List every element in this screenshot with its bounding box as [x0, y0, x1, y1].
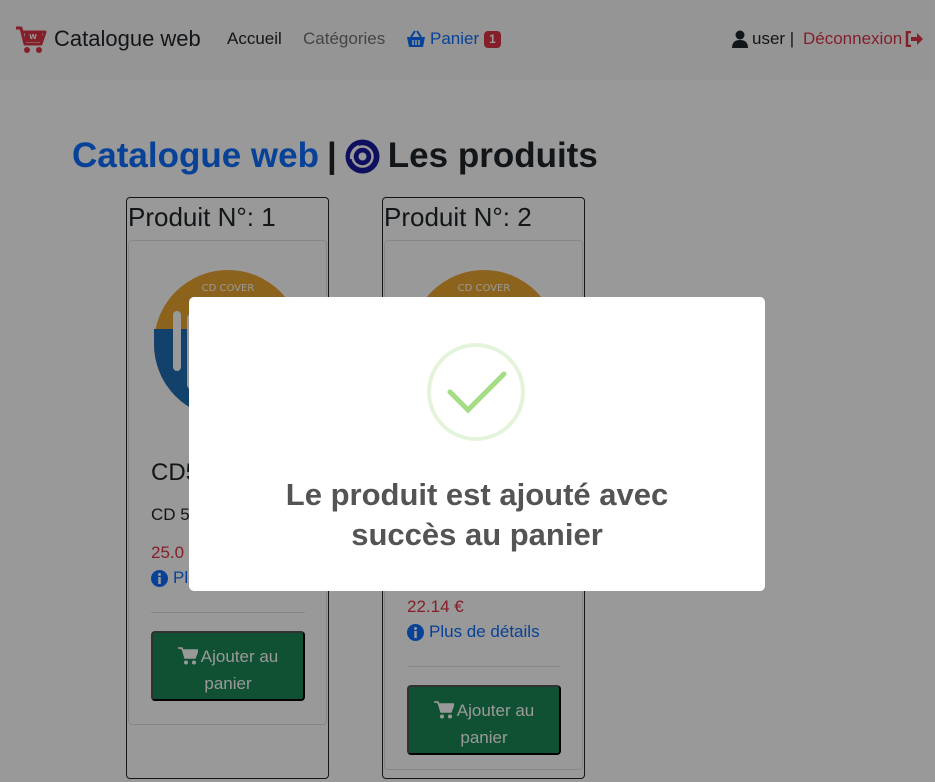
- success-check-icon: [427, 343, 525, 441]
- modal-message: Le produit est ajouté avec succès au pan…: [285, 477, 669, 552]
- success-modal: Le produit est ajouté avec succès au pan…: [189, 297, 765, 591]
